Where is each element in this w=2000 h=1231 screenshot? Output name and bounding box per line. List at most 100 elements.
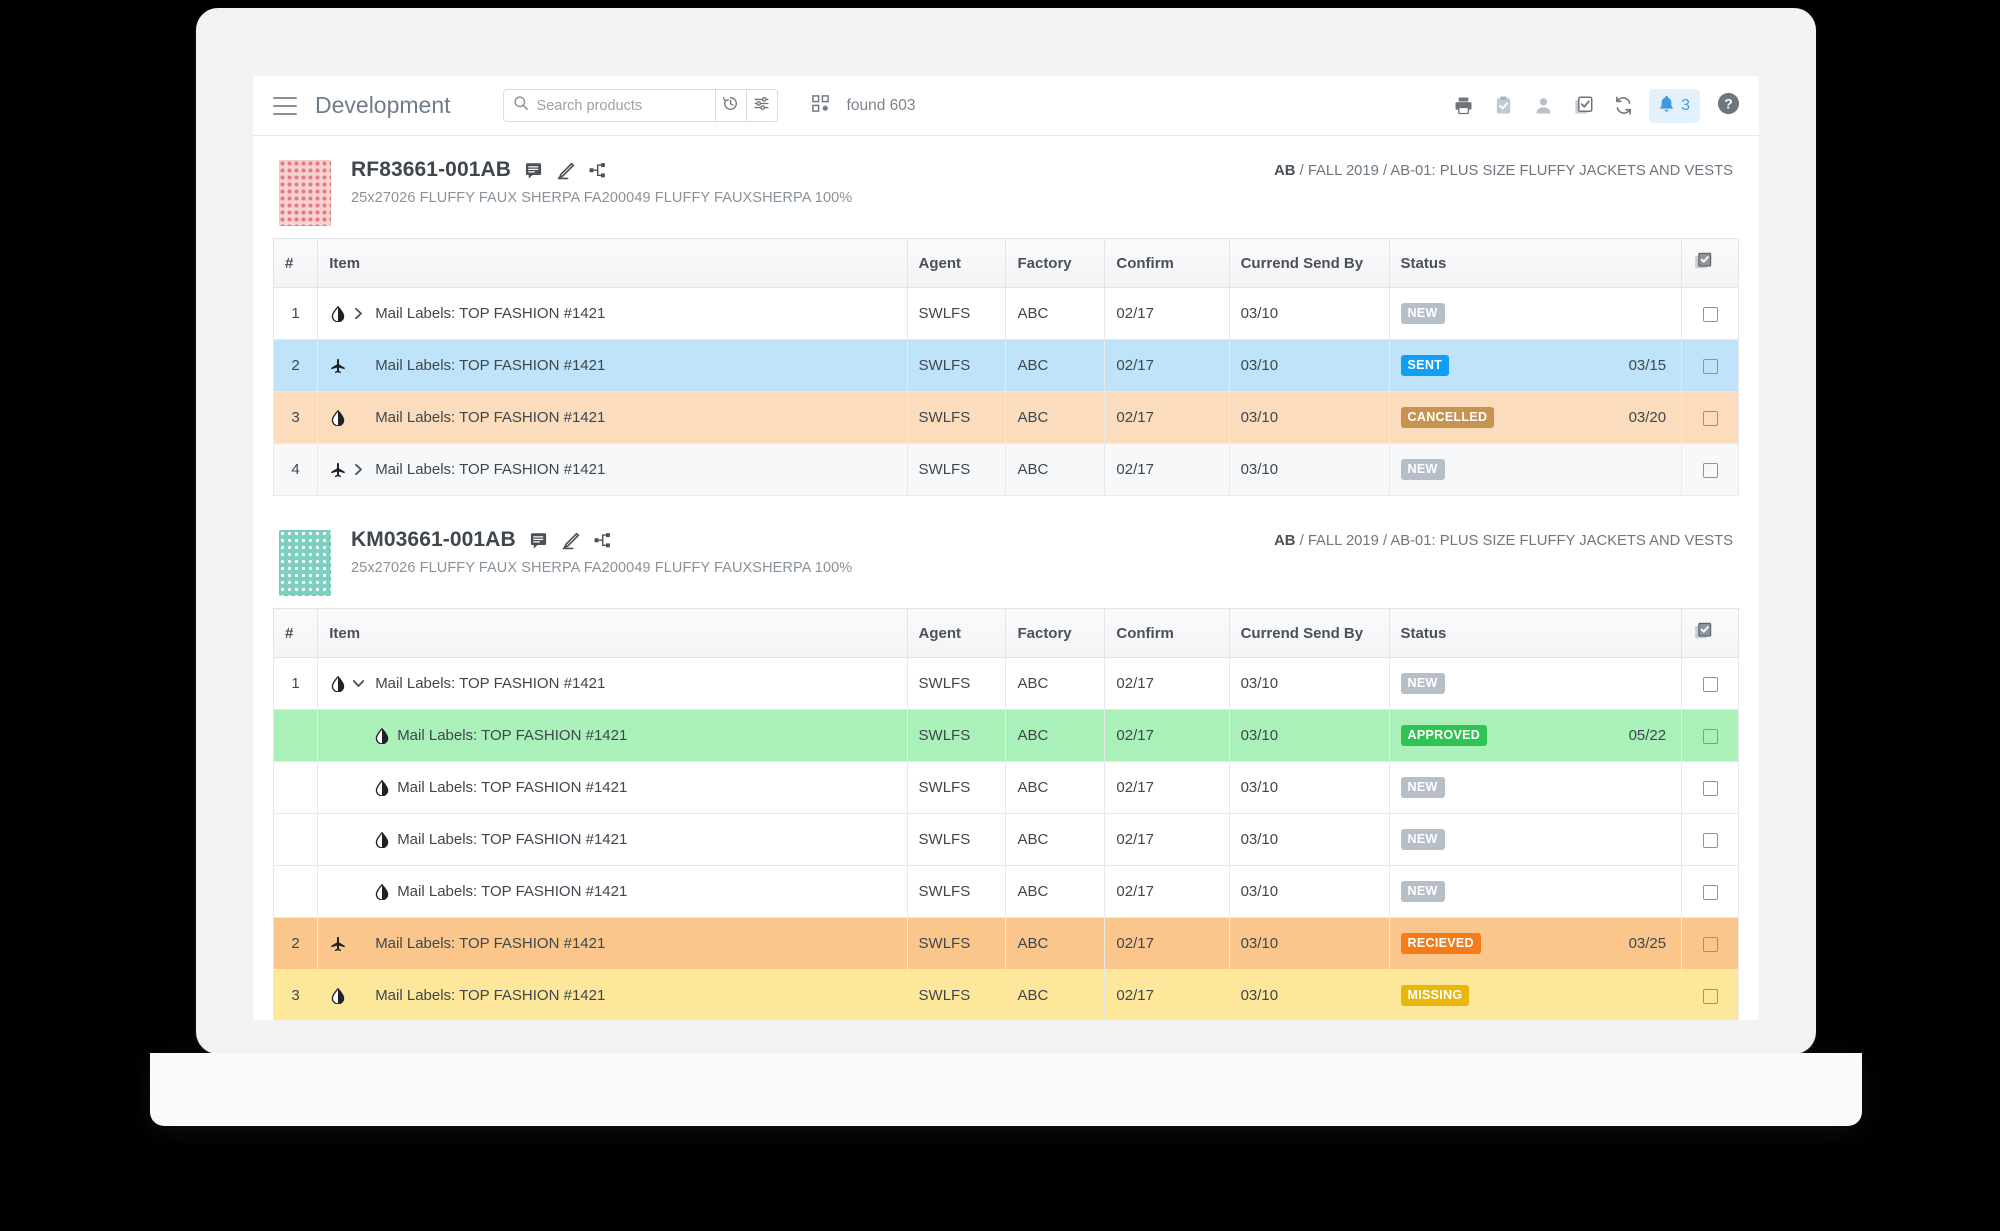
row-select-cell[interactable] [1681,969,1739,1020]
comment-icon[interactable] [529,531,548,550]
hamburger-icon[interactable] [273,96,297,115]
table-row[interactable]: 1 Mail Labels: TOP FASHION #1421 SWLFS ABC 0… [272,657,1739,710]
row-status: RECIEVED 03/25 [1388,917,1683,970]
chevron-right-icon[interactable] [347,307,369,320]
row-agent: SWLFS [906,287,1007,340]
table-row[interactable]: Mail Labels: TOP FASHION #1421 SWLFS ABC 02… [272,709,1739,762]
row-number [272,761,319,814]
product-items-table: # Item Agent Factory Confirm Currend Send By S… [272,608,1739,1020]
row-checkbox[interactable] [1702,306,1718,322]
row-send-by: 03/10 [1228,287,1390,340]
table-row[interactable]: 1 Mail Labels: TOP FASHION #1421 SWLFS ABC 0… [272,287,1739,340]
edit-pencil-icon[interactable] [561,531,580,550]
comment-icon[interactable] [524,161,543,180]
product-code-row: KM03661-001AB [351,528,1256,552]
product-thumbnail[interactable] [279,530,331,596]
table-header-row: # Item Agent Factory Confirm Currend Send By S… [272,238,1739,288]
row-checkbox[interactable] [1702,462,1718,478]
product-code[interactable]: KM03661-001AB [351,528,516,552]
product-code-row: RF83661-001AB [351,158,1256,182]
row-number: 3 [272,391,319,444]
screenshot-stage: Development Search products found 603 3 … [0,0,2000,1231]
row-checkbox[interactable] [1702,410,1718,426]
row-checkbox[interactable] [1702,884,1718,900]
row-item-label: Mail Labels: TOP FASHION #1421 [397,727,628,744]
row-select-cell[interactable] [1681,761,1739,814]
table-row[interactable]: 2 Mail Labels: TOP FASHION #1421 SWLFS ABC 0… [272,917,1739,970]
row-checkbox[interactable] [1702,728,1718,744]
row-status: NEW [1388,813,1683,866]
branch-icon[interactable] [588,161,607,180]
row-select-cell[interactable] [1681,391,1739,444]
branch-icon[interactable] [593,531,612,550]
clipboard-check-icon[interactable] [1485,88,1521,124]
status-badge: NEW [1400,881,1445,902]
row-confirm: 02/17 [1104,969,1230,1020]
droplet-icon [329,987,347,1004]
product-code[interactable]: RF83661-001AB [351,158,511,182]
row-item: Mail Labels: TOP FASHION #1421 [317,917,908,970]
filter-sliders-icon [753,95,770,117]
row-number: 2 [272,917,319,970]
row-select-cell[interactable] [1681,709,1739,762]
breadcrumb[interactable]: AB / FALL 2019 / AB-01: PLUS SIZE FLUFFY… [1274,533,1733,549]
row-select-cell[interactable] [1681,287,1739,340]
row-checkbox[interactable] [1702,988,1718,1004]
row-checkbox[interactable] [1702,676,1718,692]
select-all-checkbox-icon[interactable] [1681,238,1739,288]
table-row[interactable]: Mail Labels: TOP FASHION #1421 SWLFS ABC 02… [272,865,1739,918]
row-checkbox[interactable] [1702,832,1718,848]
table-row[interactable]: Mail Labels: TOP FASHION #1421 SWLFS ABC 02… [272,761,1739,814]
row-send-by: 03/10 [1228,813,1390,866]
product-description: 25x27026 FLUFFY FAUX SHERPA FA200049 FLU… [351,560,853,576]
status-date: 03/15 [1628,357,1667,374]
table-row[interactable]: Mail Labels: TOP FASHION #1421 SWLFS ABC 02… [272,813,1739,866]
grid-view-icon[interactable] [811,94,830,118]
edit-pencil-icon[interactable] [556,161,575,180]
table-row[interactable]: 2 Mail Labels: TOP FASHION #1421 SWLFS ABC 0… [272,339,1739,392]
row-select-cell[interactable] [1681,917,1739,970]
row-select-cell[interactable] [1681,339,1739,392]
row-item: Mail Labels: TOP FASHION #1421 [317,443,908,496]
row-select-cell[interactable] [1681,865,1739,918]
copy-check-icon[interactable] [1565,88,1601,124]
search-box[interactable] [502,89,716,122]
user-icon[interactable] [1525,88,1561,124]
row-number [272,813,319,866]
row-status: NEW [1388,657,1683,710]
table-row[interactable]: 3 Mail Labels: TOP FASHION #1421 SWLFS ABC 0… [272,969,1739,1020]
product-thumbnail[interactable] [279,160,331,226]
help-icon[interactable]: ? [1716,91,1741,121]
row-select-cell[interactable] [1681,443,1739,496]
row-agent: SWLFS [906,443,1007,496]
product-items-table: # Item Agent Factory Confirm Currend Send By S… [272,238,1739,496]
refresh-icon[interactable] [1605,88,1641,124]
select-all-checkbox-icon[interactable] [1681,608,1739,658]
table-row[interactable]: 4 Mail Labels: TOP FASHION #1421 SWLFS ABC 0… [272,443,1739,496]
product-list[interactable]: RF83661-001AB 25x27026 FLUFFY FAUX SHERPA… [253,136,1759,1020]
search-history-button[interactable] [715,89,747,122]
print-icon[interactable] [1445,88,1481,124]
chevron-right-icon[interactable] [347,463,369,476]
row-select-cell[interactable] [1681,813,1739,866]
row-item-label: Mail Labels: TOP FASHION #1421 [375,357,606,374]
table-row[interactable]: 3 Mail Labels: TOP FASHION #1421 SWLFS ABC 0… [272,391,1739,444]
found-count-label: found 603 [846,96,916,114]
bell-icon [1657,94,1676,118]
chevron-down-icon[interactable] [347,679,369,688]
row-select-cell[interactable] [1681,657,1739,710]
row-number [272,709,319,762]
row-checkbox[interactable] [1702,780,1718,796]
search-input[interactable] [536,97,706,114]
row-factory: ABC [1005,339,1106,392]
row-checkbox[interactable] [1702,358,1718,374]
breadcrumb[interactable]: AB / FALL 2019 / AB-01: PLUS SIZE FLUFFY… [1274,163,1733,179]
status-badge: NEW [1400,829,1445,850]
search-filter-button[interactable] [746,89,778,122]
row-confirm: 02/17 [1104,443,1230,496]
row-checkbox[interactable] [1702,936,1718,952]
row-status: NEW [1388,443,1683,496]
notifications-button[interactable]: 3 [1649,88,1700,123]
row-number: 4 [272,443,319,496]
found-group: found 603 [811,94,916,118]
